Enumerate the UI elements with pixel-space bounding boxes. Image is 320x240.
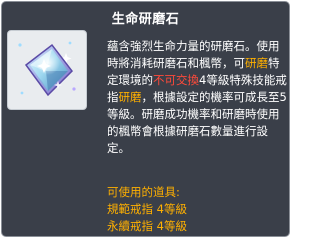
usable-item: 規範戒指 4等級 xyxy=(107,202,187,216)
item-icon-frame xyxy=(7,30,87,110)
usable-item: 永續戒指 4等級 xyxy=(107,219,187,233)
description-highlight-3: 研磨 xyxy=(118,90,142,104)
item-description: 蘊含強烈生命力量的研磨石。使用時將消耗研磨石和楓幣，可研磨特定環境的不可交換4等… xyxy=(107,38,287,157)
gemstone-shard-icon xyxy=(18,41,76,97)
description-highlight-1: 研磨 xyxy=(245,56,268,70)
description-highlight-2: 不可交換 xyxy=(153,73,199,87)
item-title: 生命研磨石 xyxy=(111,12,180,27)
item-tooltip: 生命研磨石 蘊含強烈生命力量的研磨石。使用時將消耗研磨石和楓幣，可研磨特定環境的… xyxy=(1,1,290,237)
usable-items-header: 可使用的道具: xyxy=(107,185,180,199)
usable-items-section: 可使用的道具: 規範戒指 4等級 永續戒指 4等級 xyxy=(107,184,287,235)
